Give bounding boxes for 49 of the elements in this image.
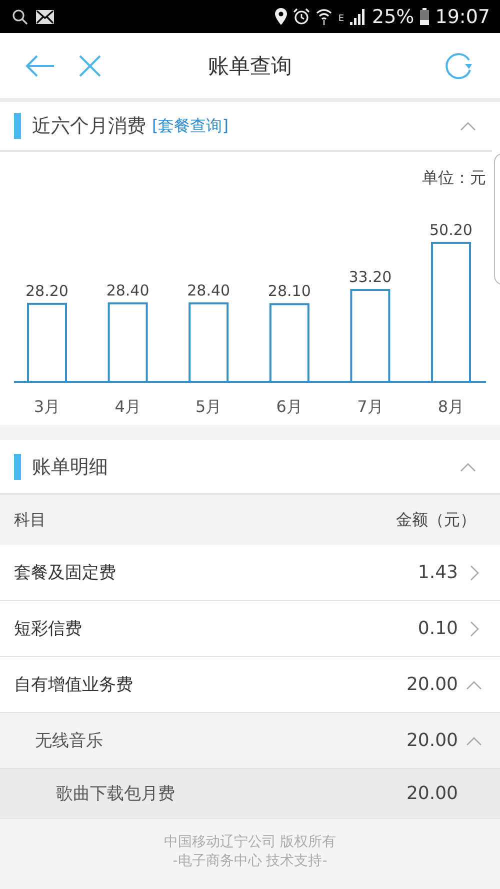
month-label: 5月 [196,397,222,416]
amount: 20.00 [406,730,458,751]
month-label: 8月 [438,397,464,416]
footer-text: -电子商务中心 技术支持- [172,852,328,871]
network-type-label: E [338,14,344,24]
close-button[interactable] [78,54,102,78]
signal-icon [350,8,366,24]
month-label: 6月 [276,397,302,416]
accent-bar [14,454,21,480]
refresh-button[interactable] [444,52,474,80]
section-title: 账单明细 [32,454,108,480]
value-label: 28.10 [268,282,311,300]
battery-percent: 25% [372,6,414,28]
value-label: 28.40 [106,281,150,300]
amount: 20.00 [406,674,458,695]
column-header: 科目 [14,510,46,530]
column-header: 金额（元） [396,510,476,530]
month-label: 3月 [34,397,60,416]
search-icon [12,8,28,24]
amount: 0.10 [418,618,458,639]
battery-icon [420,8,430,25]
footer-text: 中国移动辽宁公司 版权所有 [164,833,336,852]
month-label: 4月 [114,397,141,416]
item-name: 歌曲下载包月费 [56,783,175,805]
amount: 20.00 [406,783,458,804]
month-label: 7月 [357,397,384,416]
item-name: 短彩信费 [14,618,82,640]
value-label: 28.20 [26,282,68,300]
accent-bar [14,113,21,139]
item-name: 自有增值业务费 [14,674,133,696]
amount: 1.43 [418,562,458,583]
location-icon [275,8,288,25]
bill-row[interactable]: 无线音乐 20.00 [0,713,500,769]
package-query-link[interactable]: [套餐查询] [152,116,228,136]
bill-row[interactable]: 歌曲下载包月费 20.00 [0,769,500,819]
section-header[interactable]: 近六个月消费 [套餐查询] [0,102,492,152]
page-title: 账单查询 [208,52,292,80]
mail-icon [36,10,54,24]
section-title: 近六个月消费 [32,114,146,139]
value-label: 50.20 [430,220,472,239]
back-button[interactable] [24,54,56,78]
item-name: 无线音乐 [35,730,103,752]
clock: 19:07 [435,6,490,28]
alarm-icon [293,8,310,25]
unit-label: 单位：元 [422,168,486,189]
value-label: 33.20 [348,268,392,286]
item-name: 套餐及固定费 [14,562,116,584]
wifi-icon [316,8,332,25]
value-label: 28.40 [187,281,230,300]
